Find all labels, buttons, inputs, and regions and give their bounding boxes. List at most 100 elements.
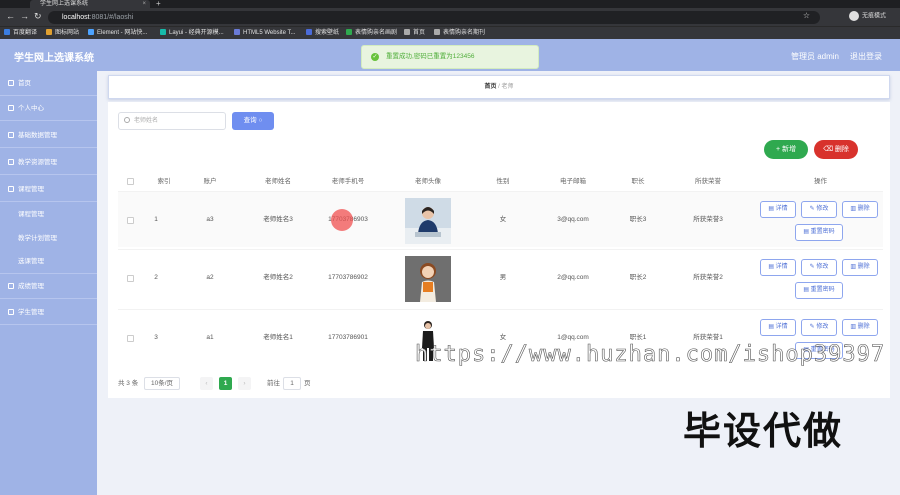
edit-button[interactable]: ✎ 修改 [801,259,837,276]
sidebar-item-label: 教学计划管理 [18,235,57,242]
breadcrumb: 首页 / 老师 [108,75,890,99]
logout-link[interactable]: 退出登录 [850,51,882,62]
edit-button[interactable]: ✎ 修改 [801,201,837,218]
bookmark-label: Layui - 经典开源模... [169,30,224,36]
bookmark-item[interactable]: HTML5 Website T... [234,29,295,38]
bookmark-star-icon[interactable]: ☆ [803,11,810,20]
column-header: 索引 [157,178,171,185]
app-title: 学生网上选课系统 [14,53,94,64]
folder-icon [8,309,14,315]
bookmark-item[interactable]: Layui - 经典开源模... [160,29,224,38]
folder-icon [8,159,14,165]
bookmark-item[interactable]: 表情购亲名画剧 [346,29,397,38]
new-tab-icon[interactable]: + [156,0,161,8]
reload-icon[interactable]: ↻ [34,11,42,22]
cell-name: 老师姓名3 [263,216,293,223]
table-row: 2 a2 老师姓名2 17703786902 男 2@qq.com 职长2 所获… [118,249,883,305]
sidebar-item-label: 学生管理 [18,309,44,316]
bookmark-favicon-icon [4,29,10,35]
prev-page-icon[interactable]: ‹ [200,377,213,390]
bookmark-favicon-icon [306,29,312,35]
sidebar-item-grades[interactable]: 成绩管理 [0,274,97,299]
bookmark-favicon-icon [160,29,166,35]
sidebar-subitem-course[interactable]: 课程管理 [0,202,97,227]
bookmark-label: Element - 网站快... [97,30,148,36]
column-header: 所获荣誉 [695,178,721,185]
row-checkbox[interactable] [127,217,134,224]
detail-button[interactable]: ▤ 详情 [760,201,796,218]
add-button[interactable]: + 新增 [764,140,808,159]
sidebar: 首页 个人中心 基础数据管理 教学资源管理 课程管理 课程管理 教学计划管理 选… [0,71,97,495]
goto-page-input[interactable]: 1 [283,377,301,390]
browser-tab[interactable]: 学生网上选课系统 × [30,0,150,8]
table-row: 1 a3 老师姓名3 17703786903 女 3@qq.com 职长3 所获… [118,191,883,247]
sidebar-item-profile[interactable]: 个人中心 [0,96,97,121]
tab-title: 学生网上选课系统 [40,1,89,7]
folder-icon [8,283,14,289]
search-icon [124,117,130,123]
bookmark-favicon-icon [234,29,240,35]
bookmark-item[interactable]: 首页 [404,29,425,38]
bookmark-favicon-icon [404,29,410,35]
delete-button[interactable]: ⌫ 删除 [814,140,858,159]
back-icon[interactable]: ← [6,11,15,21]
bookmark-item[interactable]: Element - 网站快... [88,29,147,38]
page-unit: 页 [304,380,311,387]
cell-phone: 17703786902 [328,274,368,281]
reset-password-button[interactable]: ▤ 重置密码 [795,224,843,241]
cell-name: 老师姓名2 [263,274,293,281]
cell-honor: 所获荣誉3 [693,216,723,223]
row-delete-button[interactable]: ▥ 删除 [842,259,878,276]
sidebar-subitem-plan[interactable]: 教学计划管理 [0,226,97,251]
select-all-checkbox[interactable] [127,178,134,185]
url-input[interactable]: localhost:8081/#/laoshi [48,11,820,24]
row-checkbox[interactable] [127,335,134,342]
forward-icon[interactable]: → [20,11,29,21]
sidebar-item-label: 教学资源管理 [18,159,57,166]
url-host: localhost [62,14,90,21]
bookmark-favicon-icon [434,29,440,35]
cell-name: 老师姓名1 [263,334,293,341]
sidebar-item-basic-data[interactable]: 基础数据管理 [0,123,97,148]
column-header: 职长 [631,178,645,185]
address-bar-row: ← → ↻ localhost:8081/#/laoshi ☆ 无痕模式 [0,8,900,26]
check-icon: ✓ [371,53,379,61]
reset-password-button[interactable]: ▤ 重置密码 [795,282,843,299]
bookmark-item[interactable]: 表情购亲名期刊 [434,29,485,38]
bookmark-item[interactable]: 百度翻译 [4,29,37,38]
profile-button[interactable]: 无痕模式 [848,11,886,23]
row-checkbox[interactable] [127,275,134,282]
query-button[interactable]: 查询 ○ [232,112,274,130]
sidebar-subitem-select[interactable]: 选课管理 [0,249,97,274]
query-label: 查询 [243,117,257,124]
sidebar-item-home[interactable]: 首页 [0,71,97,96]
plus-icon: + [775,146,781,153]
bookmark-item[interactable]: 搜索壁纸 [306,29,339,38]
sidebar-item-label: 选课管理 [18,258,44,265]
sidebar-item-course[interactable]: 课程管理 [0,177,97,202]
sidebar-item-label: 成绩管理 [18,283,44,290]
edit-button[interactable]: ✎ 修改 [801,319,837,336]
close-icon[interactable]: × [142,0,146,8]
sidebar-item-students[interactable]: 学生管理 [0,300,97,325]
sidebar-item-label: 首页 [18,80,31,87]
page-size-select[interactable]: 10条/页 [144,377,181,390]
next-page-icon[interactable]: › [238,377,251,390]
bookmark-item[interactable]: 图标网站 [46,29,79,38]
detail-button[interactable]: ▤ 详情 [760,259,796,276]
search-input[interactable]: 老师姓名 [118,112,226,130]
row-delete-button[interactable]: ▥ 删除 [842,201,878,218]
cell-index: 3 [154,334,158,341]
bookmark-favicon-icon [88,29,94,35]
sidebar-item-resources[interactable]: 教学资源管理 [0,150,97,175]
breadcrumb-home[interactable]: 首页 [484,84,496,90]
browser-tab-bar: 学生网上选课系统 × + [0,0,900,8]
home-icon [8,80,14,86]
admin-label: 管理员 admin [791,52,840,61]
page-number[interactable]: 1 [219,377,232,390]
bookmark-label: 表情购亲名画剧 [355,30,398,36]
bookmark-label: 百度翻译 [13,30,38,36]
row-delete-button[interactable]: ▥ 删除 [842,319,878,336]
detail-button[interactable]: ▤ 详情 [760,319,796,336]
sidebar-item-label: 个人中心 [18,105,44,112]
